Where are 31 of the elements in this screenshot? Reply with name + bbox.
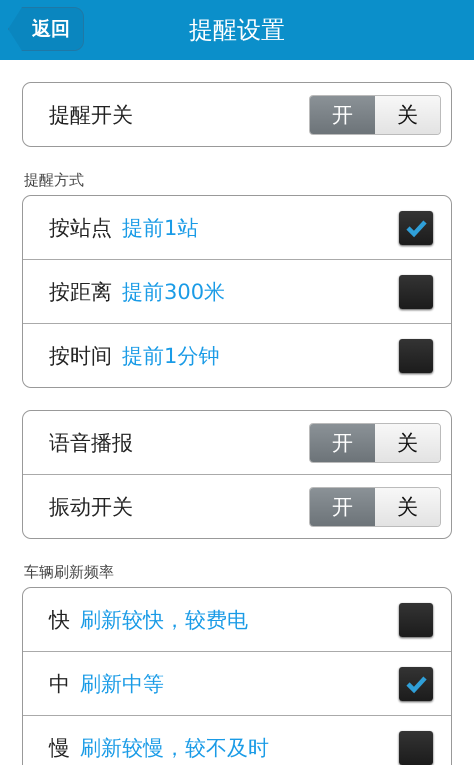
option-detail: 提前1站 (122, 214, 200, 242)
off-toggle-segment[interactable]: 关 (375, 96, 440, 134)
on-toggle-segment[interactable]: 开 (310, 96, 375, 134)
option-detail: 刷新中等 (80, 670, 165, 698)
on-toggle-segment[interactable]: 开 (310, 488, 375, 526)
page-title: 提醒设置 (189, 15, 285, 46)
option-label: 按距离 (49, 278, 112, 306)
option-detail: 提前300米 (122, 278, 226, 306)
option-label: 快 (49, 606, 70, 634)
setting-label: 语音播报 (49, 430, 133, 456)
off-toggle-segment[interactable]: 关 (375, 424, 440, 462)
checkbox[interactable] (399, 602, 433, 636)
checkbox[interactable] (399, 666, 433, 700)
setting-label: 提醒开关 (49, 102, 133, 128)
option-detail: 提前1分钟 (122, 342, 220, 370)
section-caption: 提醒方式 (24, 171, 85, 190)
checkbox[interactable] (399, 274, 433, 308)
option-label: 慢 (49, 734, 70, 762)
option-label: 中 (49, 670, 70, 698)
checkbox[interactable] (399, 210, 433, 244)
back-button[interactable]: 返回 (8, 7, 84, 51)
off-toggle-segment[interactable]: 关 (375, 488, 440, 526)
checkbox[interactable] (399, 338, 433, 372)
option-detail: 刷新较慢，较不及时 (80, 734, 270, 762)
option-label: 按站点 (49, 214, 112, 242)
setting-label: 振动开关 (49, 494, 133, 520)
option-detail: 刷新较快，较费电 (80, 606, 249, 634)
checkbox[interactable] (399, 730, 433, 764)
option-label: 按时间 (49, 342, 112, 370)
on-toggle-segment[interactable]: 开 (310, 424, 375, 462)
section-caption: 车辆刷新频率 (24, 563, 115, 582)
